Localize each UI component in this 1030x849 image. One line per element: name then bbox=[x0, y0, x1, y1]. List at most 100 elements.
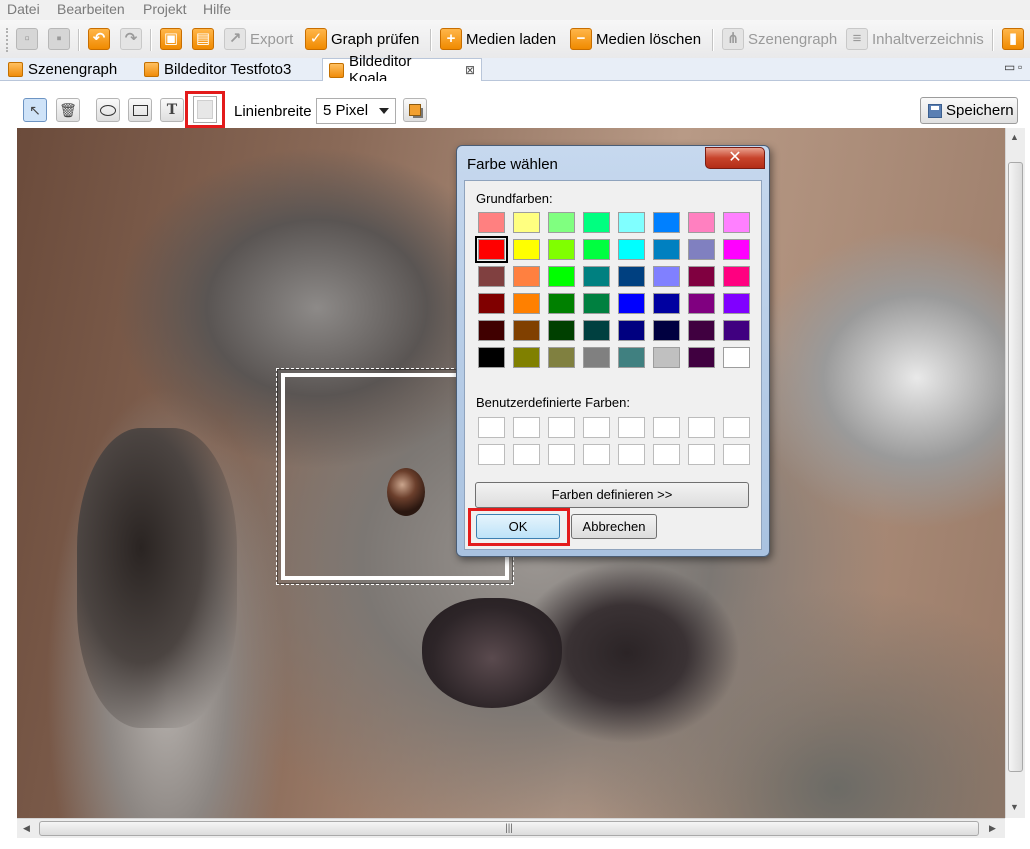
graph-pruefen-button[interactable]: ✓ Graph prüfen bbox=[305, 27, 419, 51]
basic-color-swatch[interactable] bbox=[513, 266, 540, 287]
basic-color-swatch[interactable] bbox=[478, 293, 505, 314]
cancel-button[interactable]: Abbrechen bbox=[571, 514, 657, 539]
export-button[interactable]: ↗ Export bbox=[224, 27, 293, 51]
menu-projekt[interactable]: Projekt bbox=[143, 1, 187, 17]
vertical-scroll-thumb[interactable] bbox=[1008, 162, 1023, 772]
basic-color-swatch[interactable] bbox=[688, 212, 715, 233]
basic-color-swatch[interactable] bbox=[548, 320, 575, 341]
scroll-right-icon[interactable]: ▶ bbox=[989, 823, 996, 834]
define-colors-button[interactable]: Farben definieren >> bbox=[475, 482, 749, 508]
basic-color-swatch[interactable] bbox=[723, 266, 750, 287]
custom-color-swatch[interactable] bbox=[688, 444, 715, 465]
tab-bildeditor-testfoto3[interactable]: Bildeditor Testfoto3 bbox=[138, 58, 318, 80]
basic-color-swatch[interactable] bbox=[723, 347, 750, 368]
basic-color-swatch[interactable] bbox=[583, 347, 610, 368]
save-as-button[interactable]: ▤ bbox=[192, 27, 214, 51]
basic-color-swatch[interactable] bbox=[583, 266, 610, 287]
custom-color-swatch[interactable] bbox=[478, 444, 505, 465]
basic-color-swatch[interactable] bbox=[478, 266, 505, 287]
minimize-icon[interactable]: ▭ bbox=[1004, 60, 1015, 74]
custom-color-swatch[interactable] bbox=[653, 417, 680, 438]
custom-color-swatch[interactable] bbox=[548, 417, 575, 438]
ellipse-tool-button[interactable] bbox=[96, 98, 120, 122]
basic-color-swatch[interactable] bbox=[618, 266, 645, 287]
horizontal-scroll-thumb[interactable]: ||| bbox=[39, 821, 979, 836]
custom-color-swatch[interactable] bbox=[583, 417, 610, 438]
custom-color-swatch[interactable] bbox=[653, 444, 680, 465]
medien-laden-button[interactable]: + Medien laden bbox=[440, 27, 556, 51]
basic-color-swatch[interactable] bbox=[583, 293, 610, 314]
vertical-scrollbar[interactable]: ▲ ▼ bbox=[1005, 128, 1025, 818]
scroll-down-icon[interactable]: ▼ bbox=[1010, 802, 1019, 812]
horizontal-scrollbar[interactable]: ◀ ||| ▶ bbox=[17, 818, 1005, 838]
menu-datei[interactable]: Datei bbox=[7, 1, 40, 17]
basic-color-swatch[interactable] bbox=[478, 347, 505, 368]
basic-color-swatch[interactable] bbox=[688, 293, 715, 314]
custom-color-swatch[interactable] bbox=[723, 444, 750, 465]
basic-color-swatch[interactable] bbox=[653, 320, 680, 341]
basic-color-swatch[interactable] bbox=[723, 212, 750, 233]
redo-button[interactable]: ↷ bbox=[120, 27, 142, 51]
custom-color-swatch[interactable] bbox=[688, 417, 715, 438]
basic-color-swatch[interactable] bbox=[653, 293, 680, 314]
basic-color-swatch[interactable] bbox=[653, 239, 680, 260]
tab-bildeditor-koala[interactable]: Bildeditor Koala ⊠ bbox=[322, 53, 482, 87]
inhaltsverzeichnis-button[interactable]: ≡ Inhaltverzeichnis bbox=[846, 27, 984, 51]
basic-color-swatch[interactable] bbox=[513, 212, 540, 233]
new-button[interactable]: ▫ bbox=[16, 27, 38, 51]
basic-color-swatch[interactable] bbox=[583, 320, 610, 341]
save-button-main[interactable]: ▣ bbox=[160, 27, 182, 51]
menu-bearbeiten[interactable]: Bearbeiten bbox=[57, 1, 125, 17]
undo-button[interactable]: ↶ bbox=[88, 27, 110, 51]
basic-color-swatch[interactable] bbox=[478, 320, 505, 341]
tab-close-icon[interactable]: ⊠ bbox=[465, 63, 475, 77]
tab-szenengraph[interactable]: Szenengraph bbox=[2, 58, 134, 80]
basic-color-swatch[interactable] bbox=[653, 212, 680, 233]
basic-color-swatch[interactable] bbox=[548, 266, 575, 287]
basic-color-swatch[interactable] bbox=[513, 293, 540, 314]
toolbar-grip[interactable] bbox=[6, 28, 11, 52]
basic-color-swatch[interactable] bbox=[548, 293, 575, 314]
speichern-button[interactable]: Speichern bbox=[920, 97, 1018, 124]
basic-color-swatch[interactable] bbox=[688, 239, 715, 260]
maximize-icon[interactable]: ▫ bbox=[1018, 60, 1022, 74]
custom-color-swatch[interactable] bbox=[478, 417, 505, 438]
basic-color-swatch[interactable] bbox=[513, 239, 540, 260]
custom-color-swatch[interactable] bbox=[513, 444, 540, 465]
basic-color-swatch[interactable] bbox=[478, 212, 505, 233]
scroll-left-icon[interactable]: ◀ bbox=[23, 823, 30, 834]
extra-toolbar-button[interactable]: ▮ bbox=[1002, 27, 1024, 51]
dialog-close-button[interactable]: ✕ bbox=[705, 147, 765, 169]
szenengraph-button[interactable]: ⋔ Szenengraph bbox=[722, 27, 837, 51]
basic-color-swatch[interactable] bbox=[688, 266, 715, 287]
rectangle-tool-button[interactable] bbox=[128, 98, 152, 122]
select-tool-button[interactable]: ↖ bbox=[23, 98, 47, 122]
line-width-select[interactable]: 5 Pixel bbox=[316, 98, 396, 124]
basic-color-swatch[interactable] bbox=[618, 347, 645, 368]
basic-color-swatch[interactable] bbox=[653, 347, 680, 368]
custom-color-swatch[interactable] bbox=[583, 444, 610, 465]
basic-color-swatch[interactable] bbox=[688, 347, 715, 368]
text-tool-button[interactable]: T bbox=[160, 98, 184, 122]
menu-hilfe[interactable]: Hilfe bbox=[203, 1, 231, 17]
basic-color-swatch[interactable] bbox=[688, 320, 715, 341]
custom-color-swatch[interactable] bbox=[548, 444, 575, 465]
basic-color-swatch[interactable] bbox=[583, 212, 610, 233]
custom-color-swatch[interactable] bbox=[723, 417, 750, 438]
basic-color-swatch[interactable] bbox=[548, 212, 575, 233]
basic-color-swatch[interactable] bbox=[513, 320, 540, 341]
custom-color-swatch[interactable] bbox=[618, 444, 645, 465]
scroll-up-icon[interactable]: ▲ bbox=[1010, 132, 1019, 142]
layer-order-button[interactable] bbox=[403, 98, 427, 122]
basic-color-swatch[interactable] bbox=[618, 239, 645, 260]
basic-color-swatch[interactable] bbox=[548, 347, 575, 368]
custom-color-swatch[interactable] bbox=[618, 417, 645, 438]
custom-color-swatch[interactable] bbox=[513, 417, 540, 438]
basic-color-swatch[interactable] bbox=[583, 239, 610, 260]
delete-tool-button[interactable]: 🗑 bbox=[56, 98, 80, 122]
basic-color-swatch[interactable] bbox=[723, 320, 750, 341]
basic-color-swatch[interactable] bbox=[723, 293, 750, 314]
basic-color-swatch[interactable] bbox=[618, 293, 645, 314]
basic-color-swatch[interactable] bbox=[723, 239, 750, 260]
save-all-button[interactable]: ▪ bbox=[48, 27, 70, 51]
